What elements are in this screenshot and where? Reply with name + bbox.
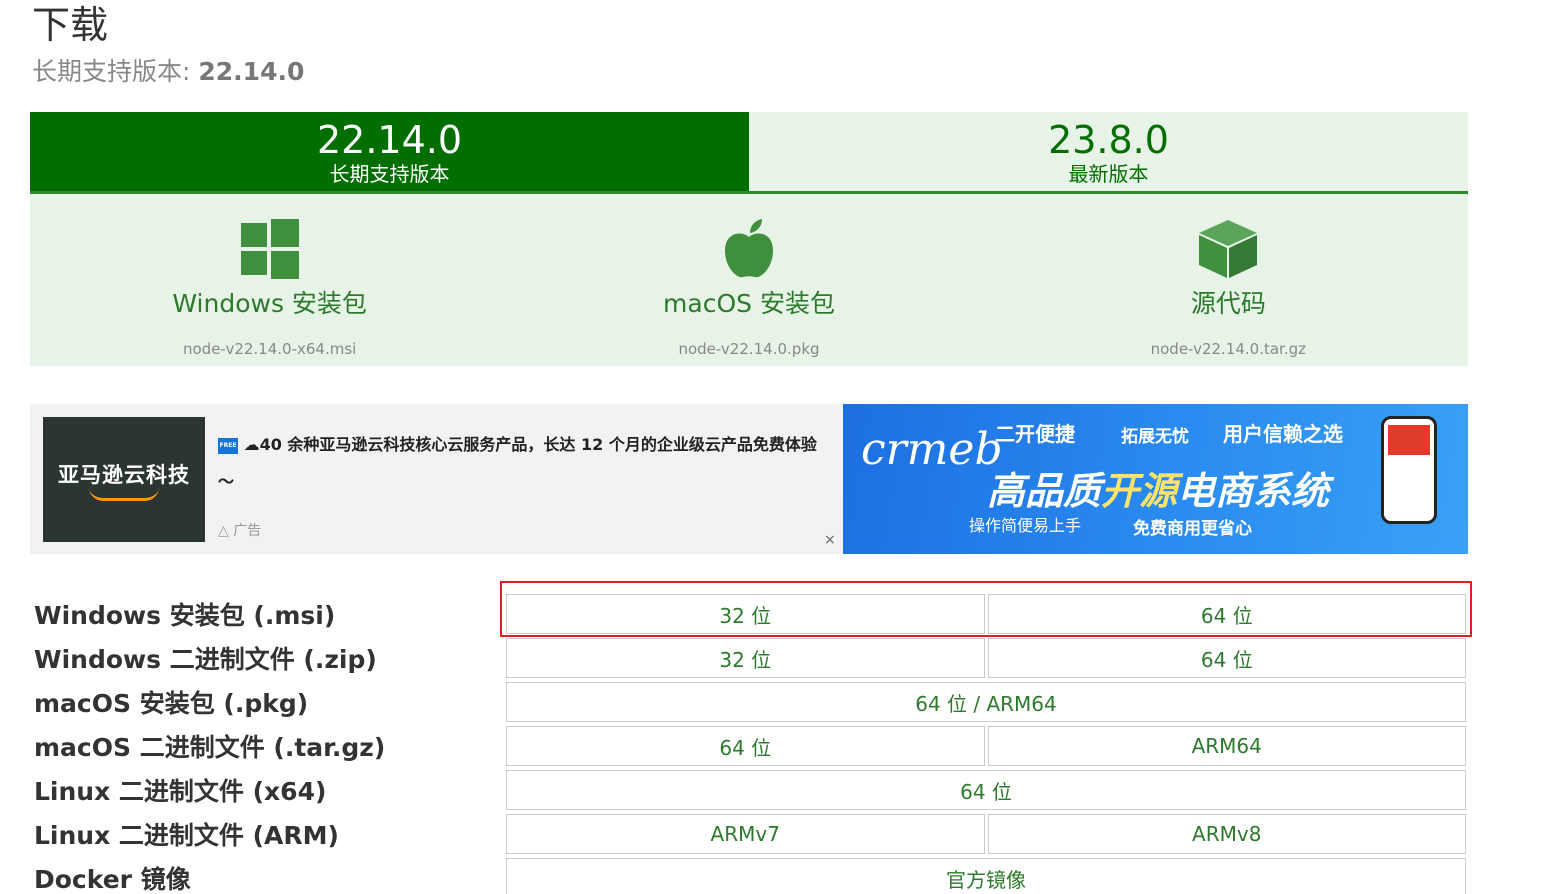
download-filename: node-v22.14.0.tar.gz	[1150, 340, 1306, 358]
platform-label: Linux 二进制文件 (ARM)	[34, 821, 339, 850]
table-row: Windows 安装包 (.msi) 32 位 64 位	[30, 592, 1468, 636]
ad-thumb-text: 亚马逊云科技	[58, 462, 190, 487]
table-row: macOS 安装包 (.pkg) 64 位 / ARM64	[30, 680, 1468, 724]
table-row: Windows 二进制文件 (.zip) 32 位 64 位	[30, 636, 1468, 680]
table-row: Linux 二进制文件 (x64) 64 位	[30, 768, 1468, 812]
download-source-code[interactable]: 源代码 node-v22.14.0.tar.gz	[989, 194, 1468, 366]
close-icon[interactable]: ×	[824, 532, 836, 548]
platform-label: Windows 二进制文件 (.zip)	[34, 645, 377, 674]
ad-tag-label: 广告	[233, 523, 262, 539]
download-label: 源代码	[1190, 289, 1266, 318]
download-label: Windows 安装包	[172, 289, 367, 318]
tab-current-version: 23.8.0	[1048, 117, 1169, 162]
banner-logo: crmeb	[861, 424, 1003, 475]
platform-label: Docker 镜像	[34, 865, 191, 894]
tab-current-label: 最新版本	[1068, 161, 1149, 186]
download-link[interactable]: 64 位	[506, 770, 1466, 810]
download-link[interactable]: 64 位	[987, 638, 1466, 678]
banner-chip: 用户信赖之选	[1223, 422, 1343, 446]
download-link[interactable]: 64 位 / ARM64	[506, 682, 1466, 722]
tab-lts-label: 长期支持版本	[329, 161, 450, 186]
ad-text[interactable]: FREE ☁40 余种亚马逊云科技核心云服务产品，长达 12 个月的企业级云产品…	[218, 426, 828, 500]
tab-lts[interactable]: 22.14.0 长期支持版本	[30, 112, 749, 191]
download-label: macOS 安装包	[663, 289, 835, 318]
platform-label: Windows 安装包 (.msi)	[34, 601, 336, 630]
amazon-smile-icon	[89, 487, 159, 501]
lts-version: 22.14.0	[198, 57, 305, 86]
table-row: macOS 二进制文件 (.tar.gz) 64 位 ARM64	[30, 724, 1468, 768]
table-row: Linux 二进制文件 (ARM) ARMv7 ARMv8	[30, 812, 1468, 856]
platform-label: Linux 二进制文件 (x64)	[34, 777, 327, 806]
platform-label: macOS 安装包 (.pkg)	[34, 689, 309, 718]
banner-chip: 二开便捷	[995, 422, 1075, 446]
apple-icon	[717, 218, 781, 280]
download-link[interactable]: ARMv8	[987, 814, 1466, 854]
box-icon	[1196, 218, 1260, 280]
version-tabs: 22.14.0 长期支持版本 23.8.0 最新版本	[30, 112, 1468, 194]
banner-chip: 操作简便易上手	[969, 516, 1082, 535]
download-link[interactable]: 64 位	[506, 726, 985, 766]
ad-panel[interactable]: 亚马逊云科技 FREE ☁40 余种亚马逊云科技核心云服务产品，长达 12 个月…	[30, 404, 843, 554]
table-row: Docker 镜像 官方镜像	[30, 856, 1468, 894]
lts-prefix: 长期支持版本:	[32, 57, 191, 86]
banner-chip: 拓展无忧	[1121, 427, 1189, 447]
windows-icon	[238, 218, 302, 280]
tab-lts-version: 22.14.0	[316, 117, 463, 162]
download-link[interactable]: 64 位	[987, 594, 1466, 634]
download-link[interactable]: 32 位	[506, 638, 985, 678]
ad-description: ☁40 余种亚马逊云科技核心云服务产品，长达 12 个月的企业级云产品免费体验～	[218, 435, 817, 491]
download-options: Windows 安装包 node-v22.14.0-x64.msi macOS …	[30, 194, 1468, 366]
download-link[interactable]: 32 位	[506, 594, 985, 634]
download-link[interactable]: ARM64	[987, 726, 1466, 766]
free-badge-icon: FREE	[218, 437, 238, 454]
headline-highlight: 开源	[1101, 469, 1178, 513]
platform-downloads-table: Windows 安装包 (.msi) 32 位 64 位 Windows 二进制…	[30, 592, 1468, 894]
ad-tag: △ 广告	[218, 520, 261, 540]
download-filename: node-v22.14.0-x64.msi	[183, 340, 357, 358]
download-link[interactable]: ARMv7	[506, 814, 985, 854]
ad-thumbnail: 亚马逊云科技	[43, 417, 205, 542]
banner-headline: 高品质开源电商系统	[987, 460, 1329, 515]
phone-icon	[1381, 416, 1437, 524]
headline-part: 高品质	[987, 469, 1102, 513]
headline-part: 电商系统	[1177, 469, 1330, 513]
banner-ad[interactable]: crmeb 二开便捷 拓展无忧 用户信赖之选 高品质开源电商系统 操作简便易上手…	[843, 404, 1468, 554]
download-filename: node-v22.14.0.pkg	[678, 340, 820, 358]
ad-label-icon: △	[218, 523, 229, 539]
download-link[interactable]: 官方镜像	[506, 858, 1466, 894]
lts-version-line: 长期支持版本: 22.14.0	[32, 52, 304, 88]
banner-chip: 免费商用更省心	[1133, 519, 1252, 539]
page-title: 下载	[32, 3, 109, 47]
download-macos-installer[interactable]: macOS 安装包 node-v22.14.0.pkg	[509, 194, 988, 366]
platform-label: macOS 二进制文件 (.tar.gz)	[34, 733, 386, 762]
tab-current[interactable]: 23.8.0 最新版本	[749, 112, 1468, 191]
download-windows-installer[interactable]: Windows 安装包 node-v22.14.0-x64.msi	[30, 194, 509, 366]
